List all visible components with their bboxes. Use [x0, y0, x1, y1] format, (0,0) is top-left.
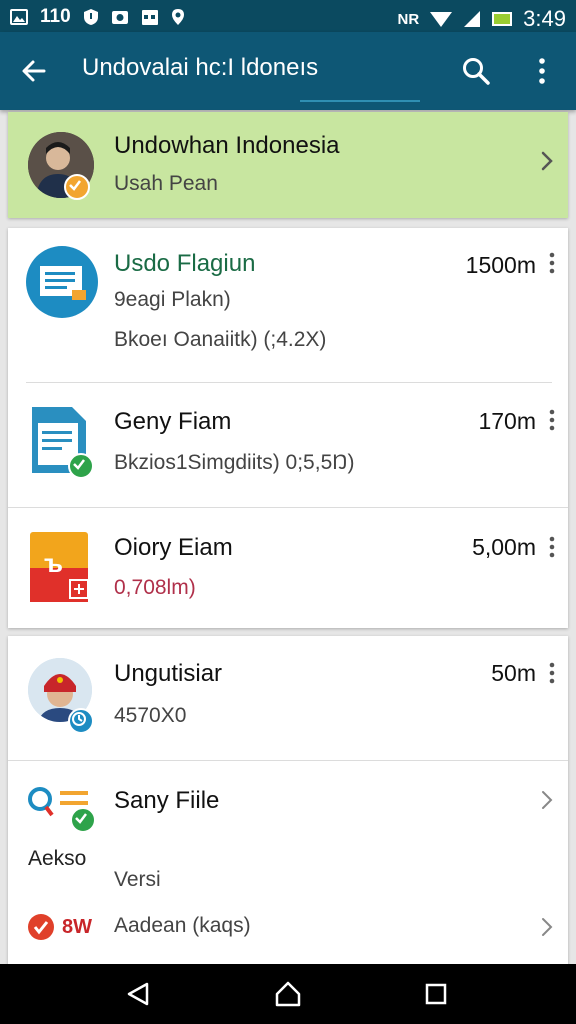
header-title: Undowhan Indonesia [114, 132, 340, 159]
back-triangle-icon[interactable] [118, 978, 158, 1010]
list-item[interactable]: Versi 8W Aadean (kaqs) [8, 866, 568, 966]
check-badge-icon [68, 453, 94, 479]
camera-icon [111, 11, 128, 24]
photo-icon [10, 9, 28, 25]
verified-badge-icon [64, 174, 90, 200]
item-subtitle: Aadean (kaqs) [114, 914, 251, 937]
item-title: Geny Fiam [114, 408, 232, 435]
signal-icon [464, 11, 481, 27]
check-badge-icon [70, 807, 96, 833]
more-vert-icon[interactable] [546, 409, 558, 431]
back-arrow-icon[interactable] [14, 51, 54, 91]
item-title: Sany Fiile [114, 787, 220, 814]
item-title: Usdo Flagiun [114, 250, 256, 277]
item-subtitle: Versi [114, 868, 161, 891]
item-detail: Bkoeı Oanaiitk) (;4.2X) [114, 328, 327, 351]
navigation-bar [0, 964, 576, 1024]
list-item[interactable]: Usdo Flagiun 9eagi Plakn) Bkoeı Oanaiitk… [8, 228, 568, 382]
home-icon[interactable] [268, 978, 308, 1010]
recents-icon[interactable] [416, 978, 456, 1010]
calendar-icon [141, 10, 158, 25]
item-duration: 1500m [465, 252, 536, 278]
more-vert-icon[interactable] [546, 662, 558, 684]
list-item[interactable]: Geny Fiam Bkzios1Simgdiits) 0;5,5Ŋ) 170m [8, 383, 568, 507]
header-card[interactable]: Undowhan Indonesia Usah Pean [8, 112, 568, 218]
shield-icon [83, 9, 98, 25]
more-vert-icon[interactable] [546, 252, 558, 274]
status-right-indicator: NR [397, 10, 420, 28]
status-left-indicator: 110 [40, 6, 71, 27]
signal-icon [430, 12, 453, 27]
battery-icon [492, 12, 513, 26]
more-vert-icon[interactable] [546, 536, 558, 558]
item-title: Ungutisiar [114, 660, 223, 687]
chevron-right-icon[interactable] [540, 916, 554, 938]
list-card-1: Usdo Flagiun 9eagi Plakn) Bkoeı Oanaiitk… [8, 228, 568, 628]
status-bar: 110 NR 3:49 [0, 0, 576, 32]
item-duration: 170m [478, 408, 536, 434]
slides-icon: ъ [30, 532, 90, 602]
item-subtitle: 0,708lm) [114, 576, 196, 599]
item-duration: 5,00m [472, 534, 536, 560]
list-item[interactable]: ъ Oiory Eiam 0,708lm) 5,00m [8, 508, 568, 628]
chevron-right-icon[interactable] [540, 150, 554, 172]
item-duration: 50m [491, 660, 536, 686]
app-bar: Undovalai hc:I ldoneıs [0, 32, 576, 110]
app-logo-icon [26, 912, 56, 942]
search-list-icon [24, 783, 96, 833]
chevron-right-icon[interactable] [540, 789, 554, 811]
document-icon [26, 246, 98, 318]
svg-text:ъ: ъ [44, 548, 63, 578]
search-icon[interactable] [456, 51, 496, 91]
list-card-2: Ungutisiar 4570X0 50m Aekso Sany Fiile V… [8, 636, 568, 966]
list-item[interactable]: Aekso Sany Fiile [8, 761, 568, 881]
list-item[interactable]: Ungutisiar 4570X0 50m [8, 636, 568, 760]
item-subtitle: Bkzios1Simgdiits) 0;5,5Ŋ) [114, 451, 355, 474]
tab-indicator [300, 100, 420, 102]
item-subtitle: 9eagi Plakn) [114, 288, 231, 311]
header-subtitle: Usah Pean [114, 172, 218, 195]
clock-badge-icon [68, 708, 94, 734]
item-title: Oiory Eiam [114, 534, 233, 561]
more-vert-icon[interactable] [522, 51, 562, 91]
status-time: 3:49 [523, 6, 566, 31]
location-icon [171, 9, 184, 25]
document-icon [30, 405, 94, 479]
item-subtitle: 4570X0 [114, 704, 187, 727]
app-logo-text: 8W [62, 916, 92, 938]
app-bar-title: Undovalai hc:I ldoneıs [82, 54, 319, 81]
